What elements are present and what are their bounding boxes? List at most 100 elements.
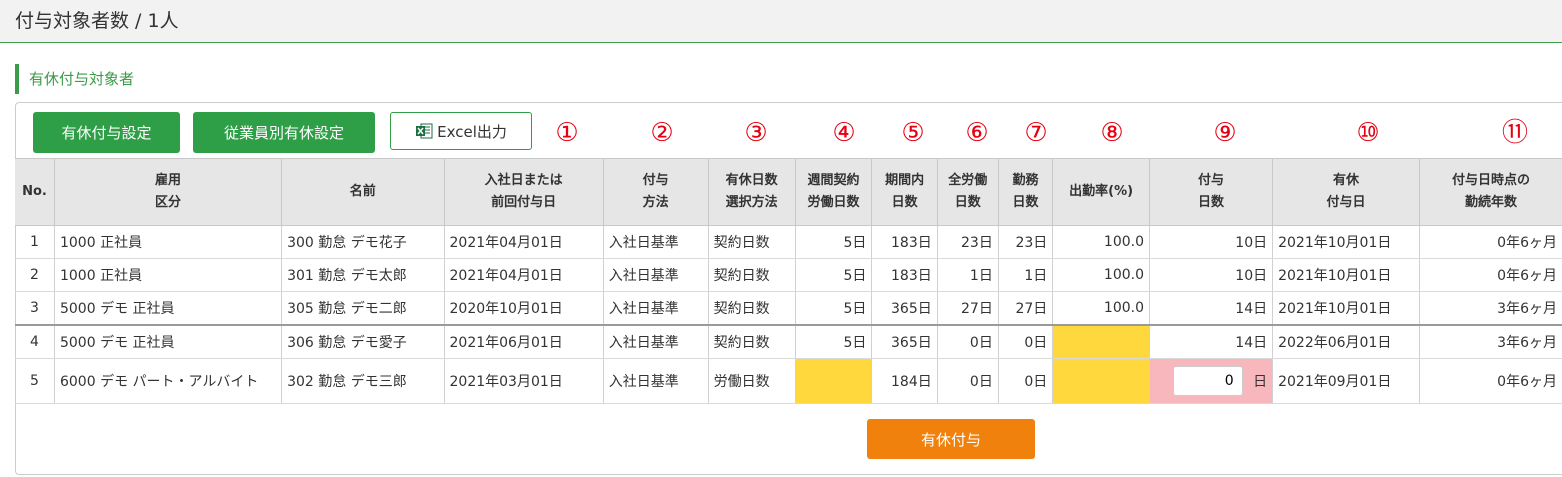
cell-grant-date: 2021年10月01日 xyxy=(1272,291,1420,326)
cell-grant-method: 入社日基準 xyxy=(602,324,709,359)
cell-join-date: 2021年04月01日 xyxy=(443,258,604,292)
cell-grant-days-input: 日 xyxy=(1148,358,1273,404)
table-header-row: No. 雇用 区分 名前 入社日または 前回付与日 付与 方法 有休日数 選択方法 週間… xyxy=(15,158,1562,226)
cell-name: 306 勤怠 デモ愛子 xyxy=(281,324,445,359)
cell-weekly-days: 5日 xyxy=(794,324,872,359)
cell-join-date: 2020年10月01日 xyxy=(443,291,604,326)
table-row: 3 5000 デモ 正社員 305 勤怠 デモ二郎 2020年10月01日 入社… xyxy=(15,291,1562,326)
cell-name: 302 勤怠 デモ三郎 xyxy=(281,358,445,404)
cell-grant-date: 2021年09月01日 xyxy=(1272,358,1420,404)
cell-name: 305 勤怠 デモ二郎 xyxy=(281,291,445,326)
column-marker-6: ⑥ xyxy=(965,118,989,148)
column-marker-9: ⑨ xyxy=(1213,118,1237,148)
cell-grant-method: 入社日基準 xyxy=(602,258,709,292)
cell-employment-type: 5000 デモ 正社員 xyxy=(53,324,282,359)
page-title: 付与対象者数 / 1人 xyxy=(15,10,179,32)
header-attendance-days: 勤務 日数 xyxy=(997,158,1053,226)
cell-total-work-days: 0日 xyxy=(936,358,999,404)
cell-period-days: 184日 xyxy=(871,358,938,404)
cell-grant-days: 10日 xyxy=(1148,225,1273,259)
cell-tenure: 3年6ヶ月 xyxy=(1418,324,1562,359)
cell-tenure: 0年6ヶ月 xyxy=(1418,225,1562,259)
header-grant-date: 有休 付与日 xyxy=(1272,158,1420,226)
cell-weekly-days: 5日 xyxy=(794,258,872,292)
cell-attendance-rate: 100.0 xyxy=(1052,258,1150,292)
cell-employment-type: 1000 正社員 xyxy=(53,258,282,292)
cell-attendance-rate: 100.0 xyxy=(1052,225,1150,259)
cell-join-date: 2021年03月01日 xyxy=(443,358,604,404)
header-grant-days: 付与 日数 xyxy=(1148,158,1273,226)
column-marker-7: ⑦ xyxy=(1024,118,1048,148)
cell-grant-date: 2021年10月01日 xyxy=(1272,225,1420,259)
column-marker-3: ③ xyxy=(744,118,768,148)
section-title: 有休付与対象者 xyxy=(15,64,134,94)
cell-period-days: 183日 xyxy=(871,225,938,259)
cell-attendance-days: 0日 xyxy=(997,324,1053,359)
cell-total-work-days: 0日 xyxy=(936,324,999,359)
excel-export-label: Excel出力 xyxy=(437,122,507,141)
cell-grant-method: 入社日基準 xyxy=(602,291,709,326)
header-days-selection: 有休日数 選択方法 xyxy=(707,158,796,226)
cell-tenure: 3年6ヶ月 xyxy=(1418,291,1562,326)
cell-period-days: 183日 xyxy=(871,258,938,292)
column-marker-10: ⑩ xyxy=(1356,118,1380,148)
cell-days-selection: 契約日数 xyxy=(707,291,796,326)
cell-days-selection: 契約日数 xyxy=(707,258,796,292)
header-period-days: 期間内 日数 xyxy=(871,158,938,226)
excel-icon xyxy=(415,122,433,140)
column-marker-11: ⑪ xyxy=(1501,118,1529,148)
header-total-work-days: 全労働 日数 xyxy=(936,158,999,226)
cell-grant-method: 入社日基準 xyxy=(602,358,709,404)
cell-tenure: 0年6ヶ月 xyxy=(1418,358,1562,404)
cell-no: 3 xyxy=(15,291,55,326)
table-row: 4 5000 デモ 正社員 306 勤怠 デモ愛子 2021年06月01日 入社… xyxy=(15,324,1562,359)
cell-attendance-days: 0日 xyxy=(997,358,1053,404)
cell-weekly-days: 5日 xyxy=(794,291,872,326)
column-marker-5: ⑤ xyxy=(901,118,925,148)
table-row: 2 1000 正社員 301 勤怠 デモ太郎 2021年04月01日 入社日基準… xyxy=(15,258,1562,292)
cell-grant-days: 10日 xyxy=(1148,258,1273,292)
cell-join-date: 2021年06月01日 xyxy=(443,324,604,359)
cell-no: 5 xyxy=(15,358,55,404)
column-marker-2: ② xyxy=(650,118,674,148)
column-marker-1: ① xyxy=(555,118,579,148)
cell-tenure: 0年6ヶ月 xyxy=(1418,258,1562,292)
table-row: 1 1000 正社員 300 勤怠 デモ花子 2021年04月01日 入社日基準… xyxy=(15,225,1562,259)
cell-attendance-days: 1日 xyxy=(997,258,1053,292)
grant-days-unit: 日 xyxy=(1253,374,1268,390)
grant-leave-button[interactable]: 有休付与 xyxy=(867,419,1035,459)
cell-attendance-rate: 100.0 xyxy=(1052,291,1150,326)
grant-settings-button[interactable]: 有休付与設定 xyxy=(33,112,180,153)
header-employment-type: 雇用 区分 xyxy=(53,158,282,226)
cell-attendance-rate-highlight xyxy=(1052,324,1150,359)
cell-name: 301 勤怠 デモ太郎 xyxy=(281,258,445,292)
grant-days-input[interactable] xyxy=(1172,366,1243,396)
cell-join-date: 2021年04月01日 xyxy=(443,225,604,259)
cell-total-work-days: 23日 xyxy=(936,225,999,259)
cell-grant-date: 2021年10月01日 xyxy=(1272,258,1420,292)
header-no: No. xyxy=(15,158,55,226)
grant-target-table: No. 雇用 区分 名前 入社日または 前回付与日 付与 方法 有休日数 選択方法 週間… xyxy=(15,158,1562,404)
header-grant-method: 付与 方法 xyxy=(602,158,709,226)
header-attendance-rate: 出勤率(%) xyxy=(1052,158,1150,226)
cell-days-selection: 労働日数 xyxy=(707,358,796,404)
excel-export-button[interactable]: Excel出力 xyxy=(390,112,532,150)
header-join-date: 入社日または 前回付与日 xyxy=(443,158,604,226)
cell-period-days: 365日 xyxy=(871,324,938,359)
column-marker-4: ④ xyxy=(832,118,856,148)
cell-total-work-days: 27日 xyxy=(936,291,999,326)
cell-days-selection: 契約日数 xyxy=(707,225,796,259)
cell-attendance-rate-highlight xyxy=(1052,358,1150,404)
header-name: 名前 xyxy=(281,158,445,226)
header-tenure: 付与日時点の 勤続年数 xyxy=(1418,158,1562,226)
cell-weekly-days-highlight xyxy=(794,358,872,404)
page-header: 付与対象者数 / 1人 xyxy=(0,0,1562,43)
cell-days-selection: 契約日数 xyxy=(707,324,796,359)
employee-leave-settings-button[interactable]: 従業員別有休設定 xyxy=(193,112,375,153)
cell-grant-method: 入社日基準 xyxy=(602,225,709,259)
cell-employment-type: 1000 正社員 xyxy=(53,225,282,259)
cell-employment-type: 6000 デモ パート・アルバイト xyxy=(53,358,282,404)
cell-grant-days: 14日 xyxy=(1148,324,1273,359)
cell-total-work-days: 1日 xyxy=(936,258,999,292)
cell-grant-date: 2022年06月01日 xyxy=(1272,324,1420,359)
